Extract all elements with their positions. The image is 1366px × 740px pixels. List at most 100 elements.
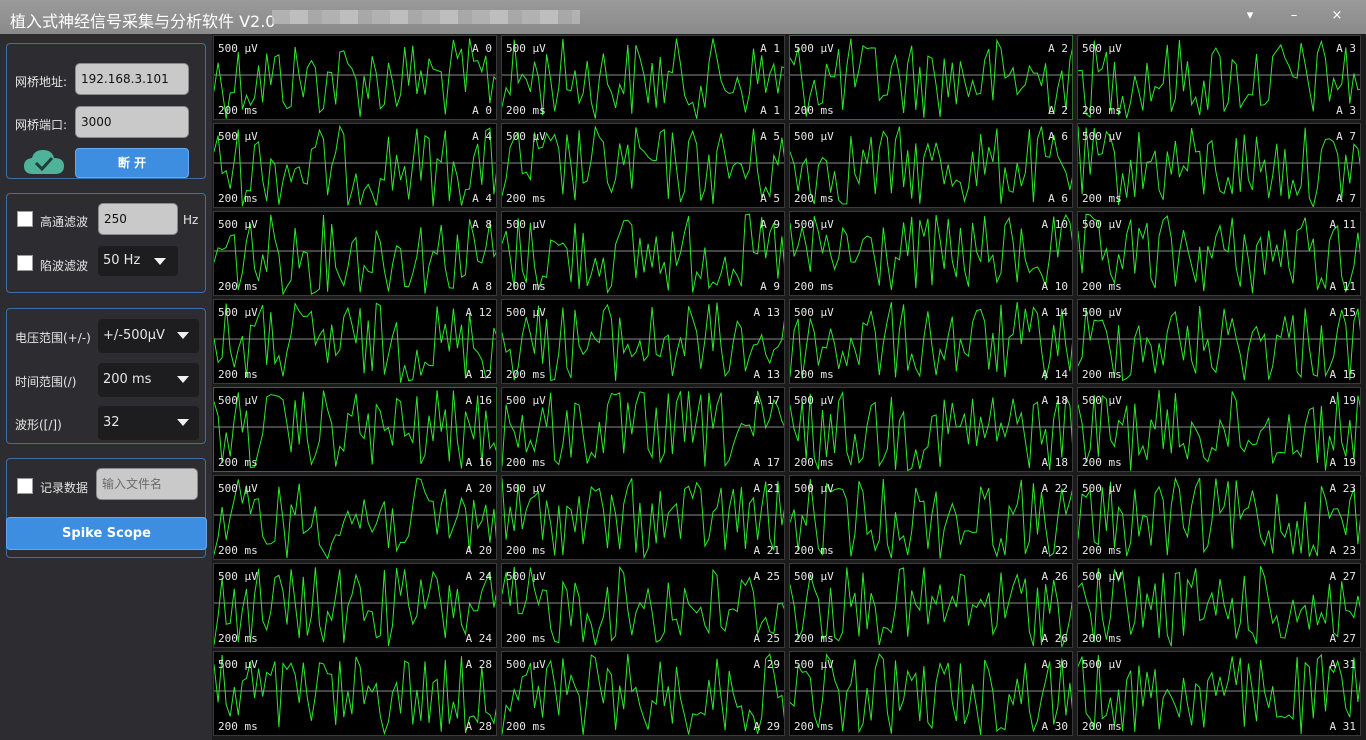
time-scale-label: 200 ms [506, 368, 546, 381]
channel-id-top-label: A 25 [753, 570, 781, 583]
amplitude-scale-label: 500 μV [1082, 394, 1122, 407]
highpass-cutoff-input[interactable]: 250 [98, 203, 178, 235]
channel-scope-14[interactable]: 500 μV A 14 200 ms A 14 [789, 299, 1073, 384]
channel-id-top-label: A 1 [760, 42, 780, 55]
record-data-checkbox[interactable] [17, 478, 33, 494]
channel-id-bottom-label: A 13 [753, 368, 781, 381]
channel-id-top-label: A 5 [760, 130, 780, 143]
channel-scope-8[interactable]: 500 μV A 8 200 ms A 8 [213, 211, 497, 296]
channel-scope-2[interactable]: 500 μV A 2 200 ms A 2 [789, 35, 1073, 120]
amplitude-scale-label: 500 μV [794, 658, 834, 671]
notch-checkbox[interactable] [17, 255, 33, 271]
amplitude-scale-label: 500 μV [218, 658, 258, 671]
channel-id-top-label: A 19 [1329, 394, 1357, 407]
channel-id-top-label: A 2 [1048, 42, 1068, 55]
channel-scope-12[interactable]: 500 μV A 12 200 ms A 12 [213, 299, 497, 384]
control-sidebar: 网桥地址: 192.168.3.101 网桥端口: 3000 断 开 高通滤波 … [0, 34, 212, 740]
time-scale-label: 200 ms [794, 456, 834, 469]
close-button[interactable]: × [1325, 6, 1349, 26]
time-scale-label: 200 ms [794, 192, 834, 205]
channel-scope-10[interactable]: 500 μV A 10 200 ms A 10 [789, 211, 1073, 296]
channel-scope-23[interactable]: 500 μV A 23 200 ms A 23 [1077, 475, 1361, 560]
bridge-address-input[interactable]: 192.168.3.101 [75, 63, 189, 95]
channel-scope-13[interactable]: 500 μV A 13 200 ms A 13 [501, 299, 785, 384]
amplitude-scale-label: 500 μV [1082, 218, 1122, 231]
channel-id-top-label: A 20 [465, 482, 493, 495]
amplitude-scale-label: 500 μV [506, 130, 546, 143]
time-range-select[interactable]: 200 ms [98, 363, 199, 397]
channel-scope-29[interactable]: 500 μV A 29 200 ms A 29 [501, 651, 785, 736]
amplitude-scale-label: 500 μV [794, 570, 834, 583]
waveform-count-select[interactable]: 32 [98, 406, 199, 440]
channel-scope-6[interactable]: 500 μV A 6 200 ms A 6 [789, 123, 1073, 208]
channel-id-bottom-label: A 28 [465, 720, 493, 733]
notch-frequency-select[interactable]: 50 Hz [98, 246, 178, 276]
window-title: 植入式神经信号采集与分析软件 V2.0 [10, 12, 276, 31]
amplitude-scale-label: 500 μV [1082, 570, 1122, 583]
channel-scope-25[interactable]: 500 μV A 25 200 ms A 25 [501, 563, 785, 648]
amplitude-scale-label: 500 μV [506, 306, 546, 319]
time-range-value: 200 ms [103, 372, 152, 387]
channel-id-top-label: A 23 [1329, 482, 1357, 495]
time-scale-label: 200 ms [794, 632, 834, 645]
time-scale-label: 200 ms [794, 544, 834, 557]
channel-scope-21[interactable]: 500 μV A 21 200 ms A 21 [501, 475, 785, 560]
channel-id-bottom-label: A 26 [1041, 632, 1069, 645]
filename-input[interactable]: 输入文件名 [96, 468, 198, 500]
channel-scope-0[interactable]: 500 μV A 0 200 ms A 0 [213, 35, 497, 120]
channel-scope-24[interactable]: 500 μV A 24 200 ms A 24 [213, 563, 497, 648]
minimize-button[interactable]: – [1282, 6, 1306, 26]
spike-scope-button[interactable]: Spike Scope [6, 517, 207, 550]
bridge-port-input[interactable]: 3000 [75, 106, 189, 138]
voltage-range-select[interactable]: +/-500μV [98, 319, 199, 353]
amplitude-scale-label: 500 μV [794, 394, 834, 407]
channel-id-bottom-label: A 30 [1041, 720, 1069, 733]
filter-panel: 高通滤波 250 Hz 陷波滤波 50 Hz [6, 193, 206, 293]
channel-scope-27[interactable]: 500 μV A 27 200 ms A 27 [1077, 563, 1361, 648]
channel-scope-11[interactable]: 500 μV A 11 200 ms A 11 [1077, 211, 1361, 296]
time-scale-label: 200 ms [1082, 544, 1122, 557]
channel-scope-19[interactable]: 500 μV A 19 200 ms A 19 [1077, 387, 1361, 472]
highpass-checkbox[interactable] [17, 211, 33, 227]
channel-scope-5[interactable]: 500 μV A 5 200 ms A 5 [501, 123, 785, 208]
channel-id-top-label: A 22 [1041, 482, 1069, 495]
menu-dropdown-icon[interactable]: ▾ [1238, 6, 1262, 26]
channel-id-top-label: A 30 [1041, 658, 1069, 671]
channel-scope-28[interactable]: 500 μV A 28 200 ms A 28 [213, 651, 497, 736]
channel-scope-20[interactable]: 500 μV A 20 200 ms A 20 [213, 475, 497, 560]
waveform-count-label: 波形([/]) [15, 418, 62, 432]
channel-scope-3[interactable]: 500 μV A 3 200 ms A 3 [1077, 35, 1361, 120]
bridge-address-label: 网桥地址: [15, 75, 68, 89]
time-scale-label: 200 ms [506, 544, 546, 557]
channel-id-top-label: A 4 [472, 130, 492, 143]
channel-scope-18[interactable]: 500 μV A 18 200 ms A 18 [789, 387, 1073, 472]
channel-scope-4[interactable]: 500 μV A 4 200 ms A 4 [213, 123, 497, 208]
channel-scope-16[interactable]: 500 μV A 16 200 ms A 16 [213, 387, 497, 472]
amplitude-scale-label: 500 μV [218, 306, 258, 319]
cloud-check-icon [24, 150, 64, 174]
channel-scope-7[interactable]: 500 μV A 7 200 ms A 7 [1077, 123, 1361, 208]
disconnect-button[interactable]: 断 开 [75, 148, 189, 178]
bridge-port-label: 网桥端口: [15, 118, 68, 132]
channel-id-top-label: A 0 [472, 42, 492, 55]
channel-id-bottom-label: A 7 [1336, 192, 1356, 205]
time-scale-label: 200 ms [794, 368, 834, 381]
amplitude-scale-label: 500 μV [794, 130, 834, 143]
channel-id-top-label: A 7 [1336, 130, 1356, 143]
channel-scope-15[interactable]: 500 μV A 15 200 ms A 15 [1077, 299, 1361, 384]
chevron-down-icon [154, 258, 166, 265]
channel-scope-17[interactable]: 500 μV A 17 200 ms A 17 [501, 387, 785, 472]
channel-scope-22[interactable]: 500 μV A 22 200 ms A 22 [789, 475, 1073, 560]
channel-id-top-label: A 10 [1041, 218, 1069, 231]
amplitude-scale-label: 500 μV [1082, 482, 1122, 495]
channel-scope-31[interactable]: 500 μV A 31 200 ms A 31 [1077, 651, 1361, 736]
channel-scope-26[interactable]: 500 μV A 26 200 ms A 26 [789, 563, 1073, 648]
channel-scope-30[interactable]: 500 μV A 30 200 ms A 30 [789, 651, 1073, 736]
channel-id-top-label: A 18 [1041, 394, 1069, 407]
channel-scope-9[interactable]: 500 μV A 9 200 ms A 9 [501, 211, 785, 296]
amplitude-scale-label: 500 μV [1082, 658, 1122, 671]
display-range-panel: 电压范围(+/-) +/-500μV 时间范围(/) 200 ms 波形([/]… [6, 308, 206, 444]
channel-id-top-label: A 6 [1048, 130, 1068, 143]
channel-scope-1[interactable]: 500 μV A 1 200 ms A 1 [501, 35, 785, 120]
time-scale-label: 200 ms [218, 632, 258, 645]
